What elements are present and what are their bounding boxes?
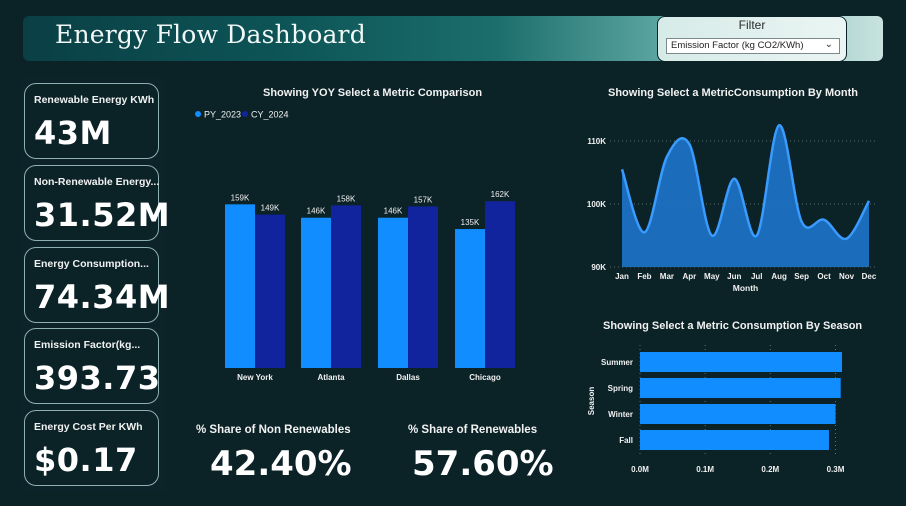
data-label: 146K — [384, 207, 403, 216]
kpi-value: 74.34M — [34, 278, 171, 316]
data-label: 162K — [491, 190, 510, 199]
monthly-area-chart: 110K 100K 90K Jan Feb Mar Apr May Jun Jul Aug Sep Oc… — [587, 123, 877, 293]
x-tick-label: 0.1M — [696, 465, 714, 474]
kpi-value: $0.17 — [34, 441, 138, 479]
x-tick-label: Dec — [862, 272, 877, 281]
bar-winter — [640, 404, 836, 424]
kpi-label: Energy Cost Per KWh — [34, 421, 143, 433]
y-tick-label: Fall — [619, 436, 633, 445]
kpi-card-non-renewable-energy[interactable]: Non-Renewable Energy... 31.52M — [24, 165, 170, 241]
page-title: Energy Flow Dashboard — [55, 20, 366, 49]
legend-label: CY_2024 — [251, 110, 289, 120]
kpi-card-energy-consumption[interactable]: Energy Consumption... 74.34M — [24, 247, 170, 323]
data-label: 157K — [414, 195, 433, 204]
kpi-value: 393.73 — [34, 359, 161, 397]
x-tick-label: Feb — [637, 272, 651, 281]
x-tick-label: Atlanta — [317, 373, 345, 382]
season-chart-title: Showing Select a Metric Consumption By S… — [603, 320, 863, 332]
season-bar-chart: 0.0M 0.1M 0.2M 0.3M Summer Spring Winter Fall Se… — [587, 345, 845, 474]
data-label: 159K — [231, 193, 250, 202]
data-label: 146K — [307, 207, 326, 216]
x-tick-label: Aug — [771, 272, 787, 281]
kpi-value: 31.52M — [34, 196, 171, 234]
kpi-label: Renewable Energy KWh — [34, 94, 155, 106]
chevron-down-icon: ⌄ — [824, 39, 833, 50]
bar-py_2023 — [455, 229, 485, 368]
monthly-chart-title: Showing Select a MetricConsumption By Mo… — [608, 87, 858, 99]
kpi-card-emission-factor[interactable]: Emission Factor(kg... 393.73 — [24, 328, 161, 404]
metric-dropdown-value: Emission Factor (kg CO2/KWh) — [671, 40, 804, 51]
bar-py_2023 — [378, 217, 408, 368]
bar-cy_2024 — [331, 205, 361, 368]
filter-panel: Filter Emission Factor (kg CO2/KWh) ⌄ — [657, 16, 847, 62]
x-tick-label: Dallas — [396, 373, 420, 382]
x-tick-label: Nov — [839, 272, 855, 281]
y-tick-label: Spring — [608, 384, 633, 393]
x-tick-label: Mar — [660, 272, 674, 281]
x-axis-title: Month — [733, 283, 759, 293]
legend-marker — [195, 111, 201, 117]
area-fill — [622, 125, 869, 268]
x-tick-label: 0.3M — [827, 465, 845, 474]
yoy-chart-title: Showing YOY Select a Metric Comparison — [263, 87, 483, 99]
x-tick-label: May — [704, 272, 720, 281]
bar-fall — [640, 430, 829, 450]
non-renewables-share-label: % Share of Non Renewables — [196, 424, 351, 436]
y-tick-label: Winter — [608, 410, 633, 419]
bar-py_2023 — [301, 217, 331, 368]
y-tick-label: 110K — [587, 137, 606, 146]
x-tick-label: Jan — [615, 272, 629, 281]
yoy-bar-chart: PY_2023 CY_2024 159K 149K New York 146K 158K At… — [195, 110, 515, 382]
x-tick-label: Jul — [751, 272, 763, 281]
metric-dropdown[interactable]: Emission Factor (kg CO2/KWh) ⌄ — [666, 38, 840, 54]
x-tick-label: Chicago — [469, 373, 501, 382]
legend-marker — [242, 111, 248, 117]
bar-cy_2024 — [408, 206, 438, 368]
kpi-label: Non-Renewable Energy... — [34, 176, 160, 188]
x-tick-label: Jun — [727, 272, 741, 281]
x-tick-label: New York — [237, 373, 273, 382]
x-tick-label: 0.0M — [631, 465, 649, 474]
bar-spring — [640, 378, 841, 398]
bar-cy_2024 — [255, 214, 285, 368]
data-label: 158K — [337, 194, 356, 203]
non-renewables-share-value: 42.40% — [210, 444, 352, 484]
x-tick-label: 0.2M — [761, 465, 779, 474]
y-tick-label: Summer — [601, 358, 633, 367]
y-tick-label: 90K — [591, 263, 606, 272]
kpi-label: Energy Consumption... — [34, 258, 149, 270]
y-tick-label: 100K — [587, 200, 606, 209]
data-label: 149K — [261, 204, 280, 213]
kpi-label: Emission Factor(kg... — [34, 339, 141, 351]
kpi-card-renewable-energy[interactable]: Renewable Energy KWh 43M — [24, 83, 159, 159]
bar-py_2023 — [225, 204, 255, 368]
kpi-panel: Renewable Energy KWh 43M Non-Renewable E… — [20, 78, 170, 492]
x-tick-label: Oct — [817, 272, 831, 281]
x-tick-label: Sep — [794, 272, 809, 281]
filter-label: Filter — [738, 18, 766, 32]
renewables-share-value: 57.60% — [412, 444, 554, 484]
bar-cy_2024 — [485, 201, 515, 368]
y-axis-title: Season — [587, 387, 596, 416]
x-tick-label: Apr — [682, 272, 696, 281]
bar-summer — [640, 352, 842, 372]
renewables-share-label: % Share of Renewables — [408, 424, 538, 436]
kpi-card-energy-cost[interactable]: Energy Cost Per KWh $0.17 — [24, 410, 159, 486]
kpi-value: 43M — [34, 114, 112, 152]
data-label: 135K — [461, 218, 480, 227]
legend-label: PY_2023 — [204, 110, 241, 120]
